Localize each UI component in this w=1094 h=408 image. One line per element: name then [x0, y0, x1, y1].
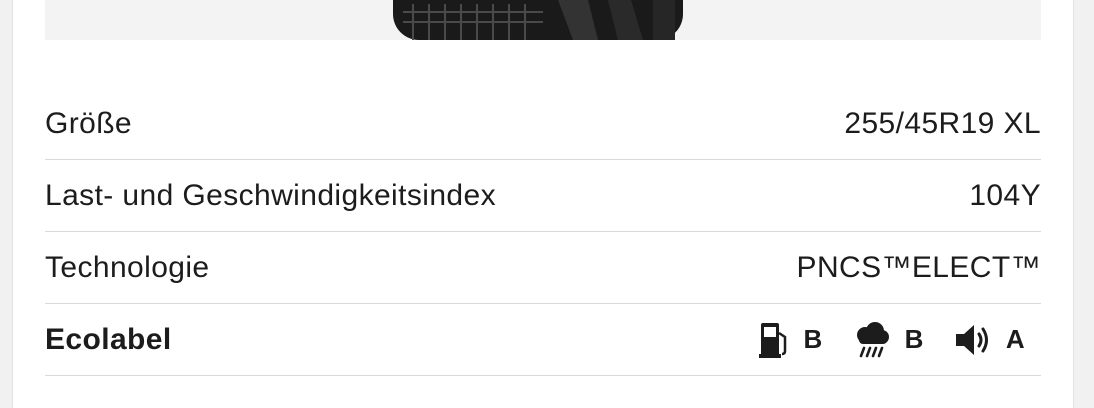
spec-value: 255/45R19 XL: [844, 106, 1041, 140]
spec-label: Last- und Geschwindigkeitsindex: [45, 178, 496, 212]
spec-row-technology: Technologie PNCS™ELECT™: [45, 232, 1041, 304]
product-card: Größe 255/45R19 XL Last- und Geschwindig…: [12, 0, 1074, 408]
tire-image: [393, 0, 683, 40]
fuel-pump-icon: [759, 322, 787, 358]
noise-rating: A: [954, 323, 1025, 357]
fuel-grade: B: [803, 324, 823, 354]
spec-row-load-speed-index: Last- und Geschwindigkeitsindex 104Y: [45, 160, 1041, 232]
spec-list: Größe 255/45R19 XL Last- und Geschwindig…: [45, 88, 1041, 376]
wet-grip-grade: B: [904, 324, 924, 354]
ecolabel-label: Ecolabel: [45, 322, 172, 356]
rain-cloud-icon: [856, 321, 889, 357]
ecolabel-ratings: B B A: [759, 321, 1025, 359]
product-image: [45, 0, 1041, 40]
noise-grade: A: [1005, 324, 1025, 354]
spec-value: PNCS™ELECT™: [796, 250, 1041, 284]
spec-label: Größe: [45, 106, 133, 140]
spec-row-ecolabel: Ecolabel B B A: [45, 304, 1041, 376]
spec-label: Technologie: [45, 250, 210, 284]
speaker-icon: [955, 324, 988, 355]
spec-value: 104Y: [969, 178, 1041, 212]
fuel-efficiency-rating: B: [759, 321, 822, 359]
spec-row-size: Größe 255/45R19 XL: [45, 88, 1041, 160]
wet-grip-rating: B: [853, 321, 924, 359]
